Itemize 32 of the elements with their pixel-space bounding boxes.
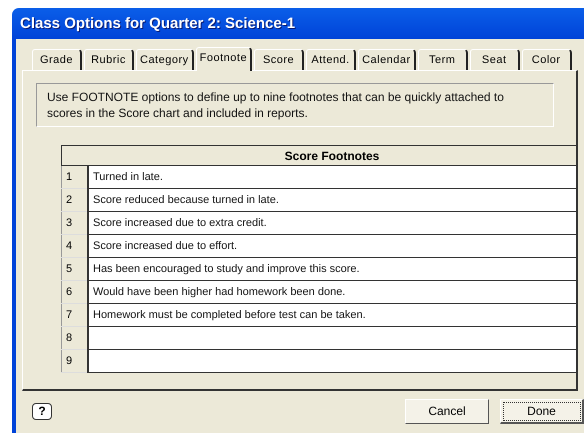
- footnote-cell[interactable]: Would have been higher had homework been done.: [88, 280, 576, 304]
- tab[interactable]: Attend.: [306, 49, 356, 70]
- row-number: 1: [62, 166, 88, 188]
- tab[interactable]: Score: [254, 49, 304, 70]
- row-number: 2: [62, 188, 88, 212]
- tab[interactable]: Calendar: [358, 49, 416, 70]
- row-number: 5: [62, 258, 88, 280]
- row-number: 7: [62, 304, 88, 326]
- help-button[interactable]: ?: [32, 402, 52, 420]
- row-number: 3: [62, 212, 88, 234]
- footnote-cell[interactable]: Score reduced because turned in late.: [88, 188, 576, 212]
- dialog-button[interactable]: Cancel: [405, 398, 489, 424]
- row-number: 4: [62, 234, 88, 258]
- tab[interactable]: Category: [136, 49, 194, 70]
- tab[interactable]: Footnote: [196, 47, 252, 71]
- row-number: 6: [62, 280, 88, 304]
- footnote-cell[interactable]: Score increased due to extra credit.: [88, 212, 576, 234]
- footnote-cell[interactable]: Turned in late.: [88, 166, 576, 188]
- info-text: Use FOOTNOTE options to define up to nine footnotes that can be quickly attached to scores in the Score chart and included in reports.: [36, 83, 554, 127]
- row-number: 9: [62, 350, 88, 372]
- row-number: 8: [62, 326, 88, 350]
- column-header: Score Footnotes: [88, 146, 576, 166]
- dialog-button[interactable]: Done: [500, 398, 584, 424]
- tab[interactable]: Seat: [470, 49, 520, 70]
- footnote-cell[interactable]: Homework must be completed before test can be taken.: [88, 304, 576, 326]
- tab[interactable]: Color: [522, 49, 572, 70]
- tab[interactable]: Rubric: [84, 49, 134, 70]
- tab[interactable]: Term: [418, 49, 468, 70]
- window-title: Class Options for Quarter 2: Science-1: [20, 15, 296, 32]
- footnote-cell[interactable]: Score increased due to effort.: [88, 234, 576, 258]
- footnote-cell[interactable]: Has been encouraged to study and improve this score.: [88, 258, 576, 280]
- tab[interactable]: Grade: [32, 49, 82, 70]
